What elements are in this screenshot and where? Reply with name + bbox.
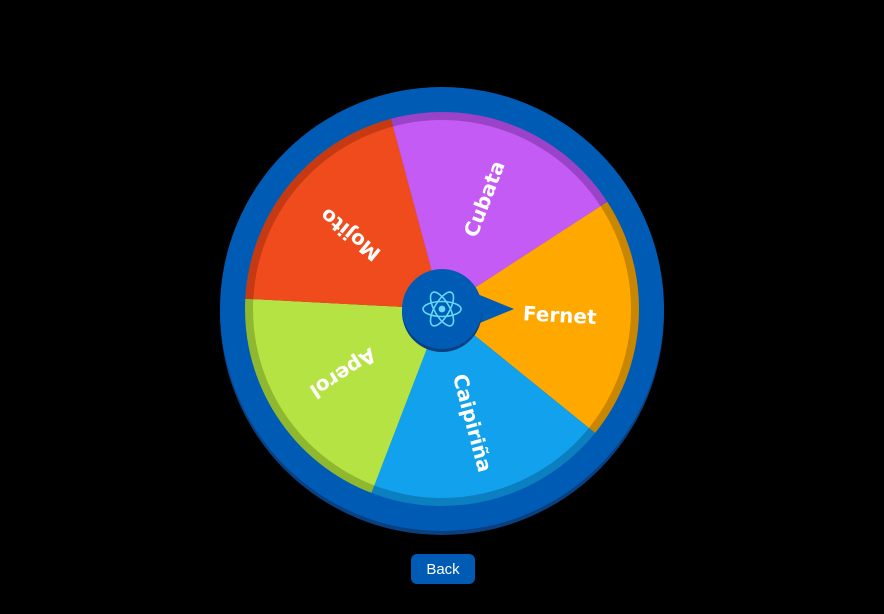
prize-wheel[interactable]: FernetCaipiriñaAperolMojito Cubata	[0, 0, 884, 614]
back-button[interactable]: Back	[411, 554, 475, 584]
spin-wheel-app: Fernet Caipiriña Aperol Mojito Cubata Back	[0, 0, 884, 614]
slice-label-fernet: Fernet	[522, 301, 597, 329]
